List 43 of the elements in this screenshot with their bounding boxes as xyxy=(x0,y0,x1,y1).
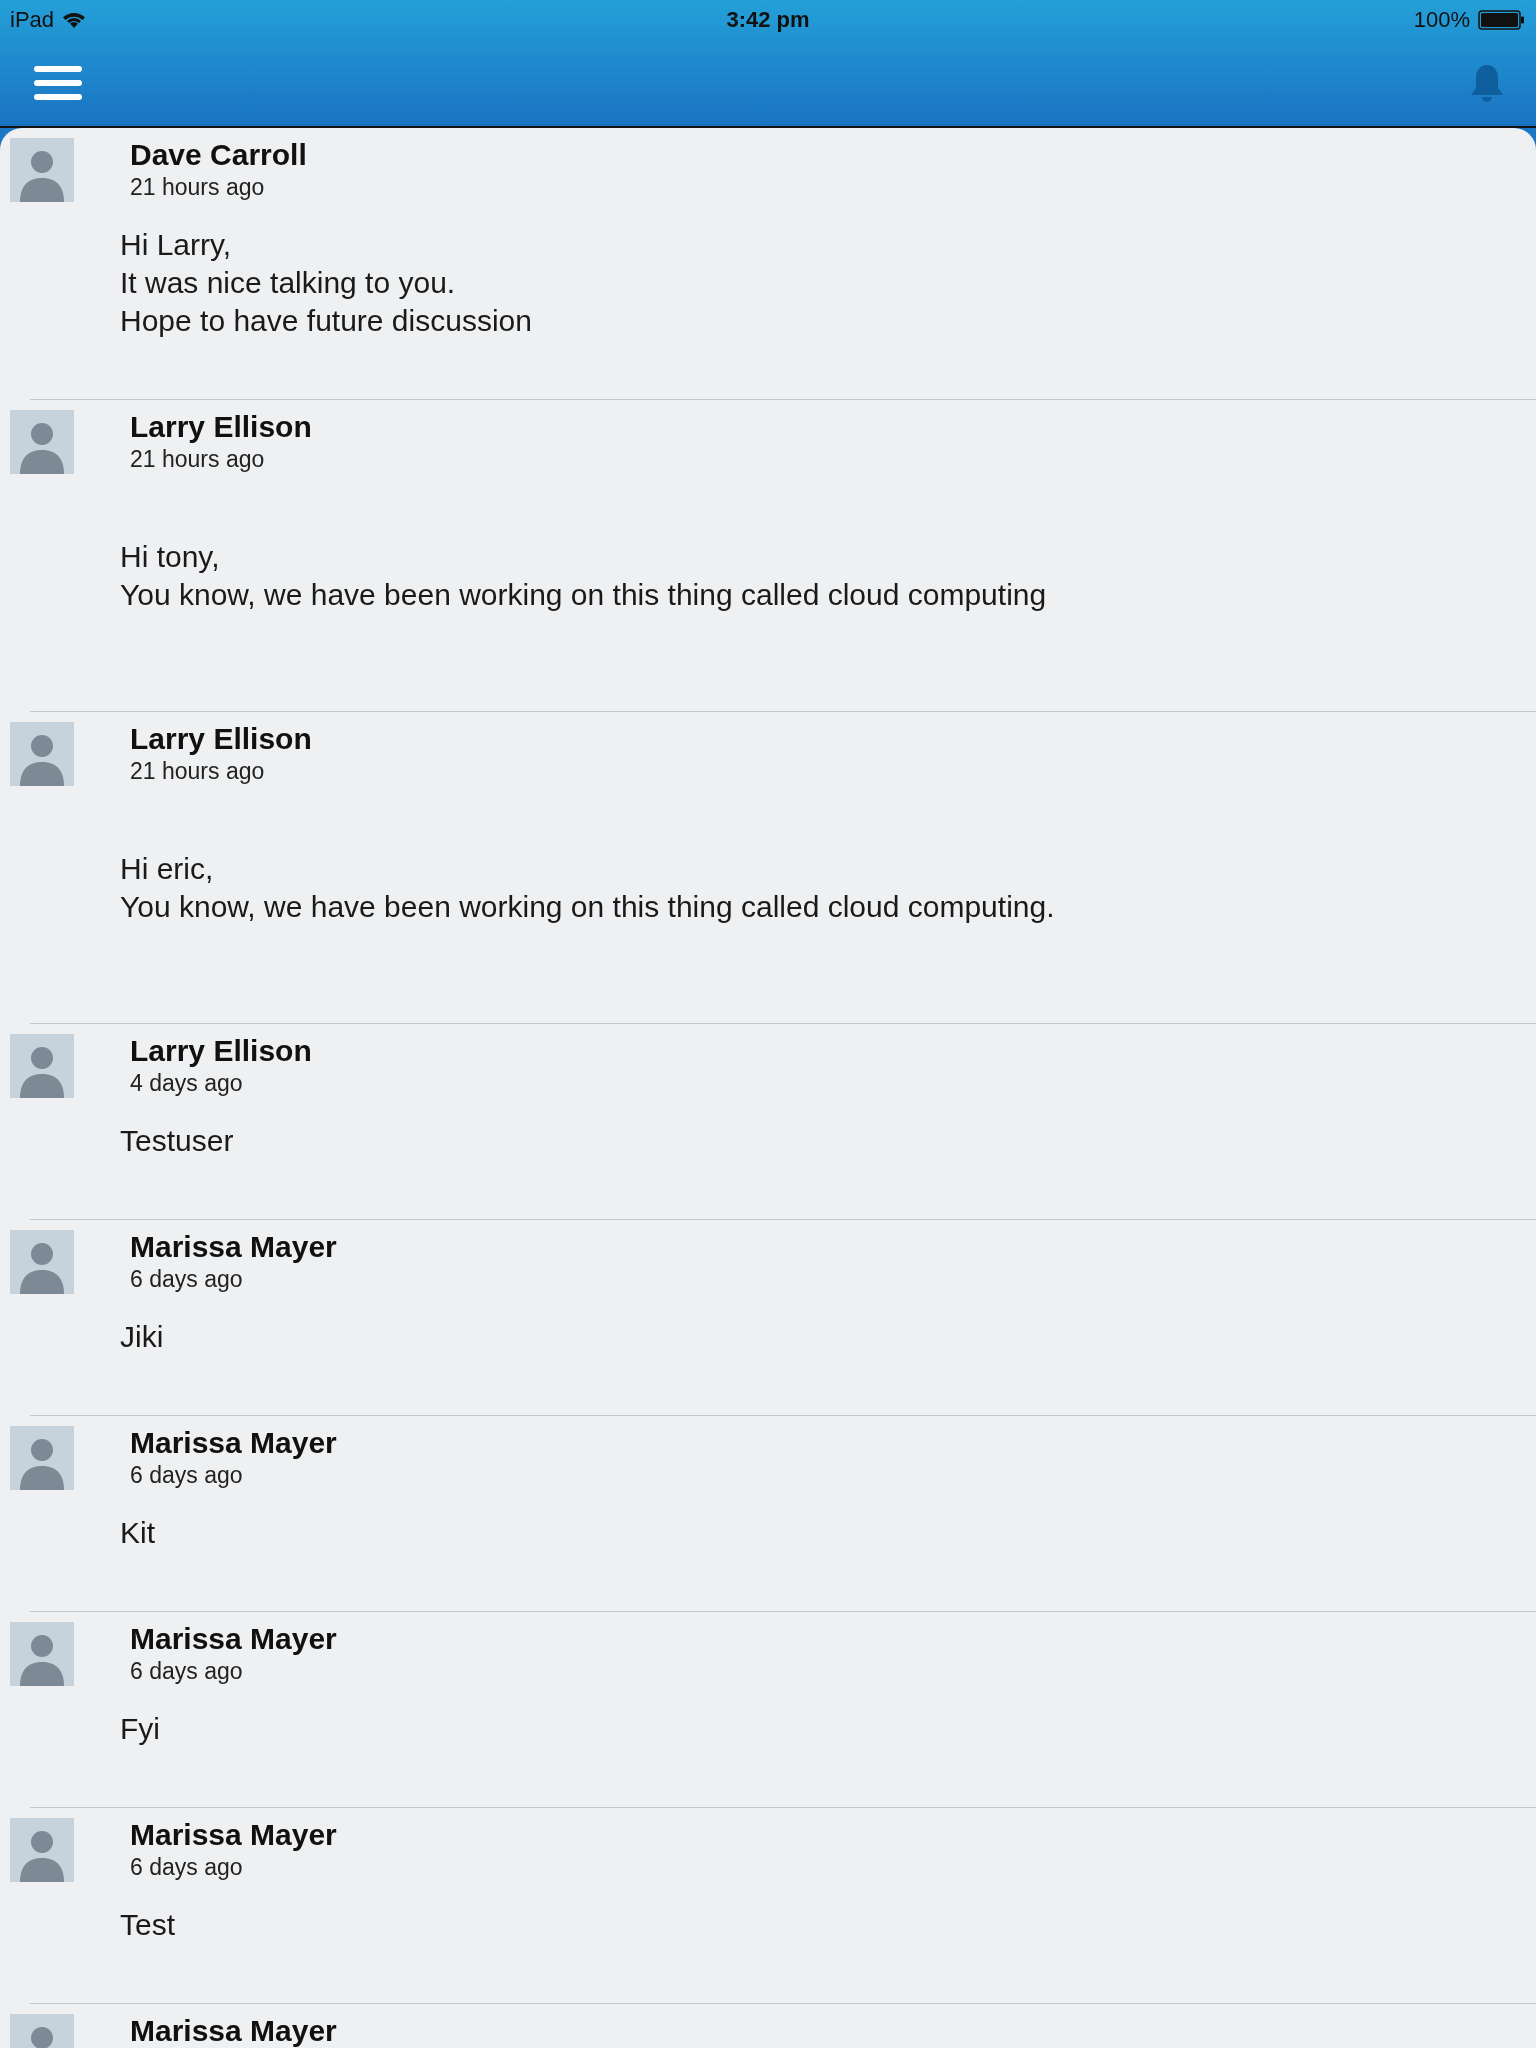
message-time: 6 days ago xyxy=(130,1265,244,1294)
message-text: It was nice talking to you. xyxy=(120,265,457,301)
message-text: Fyi xyxy=(120,1711,161,1747)
avatar xyxy=(10,1230,74,1294)
message-time: 4 days ago xyxy=(130,1069,244,1098)
author-name: Larry Ellison xyxy=(130,722,312,756)
avatar xyxy=(10,1622,74,1686)
message-text: Hi eric, xyxy=(120,851,215,887)
message-time: 21 hours ago xyxy=(130,173,266,202)
wifi-icon xyxy=(62,11,87,29)
message-text: You know, we have been working on this thing called cloud computing. xyxy=(120,889,1056,925)
avatar xyxy=(10,1426,74,1490)
message-text: Hi tony, xyxy=(120,539,221,575)
avatar xyxy=(10,722,74,786)
message-text: Jiki xyxy=(120,1319,165,1355)
message-time: 21 hours ago xyxy=(130,757,266,786)
avatar xyxy=(10,1818,74,1882)
author-name: Marissa Mayer xyxy=(130,1622,337,1656)
message-time: 6 days ago xyxy=(130,1657,244,1686)
message-text: Test xyxy=(120,1907,177,1943)
message-time: 21 hours ago xyxy=(130,445,266,474)
author-name: Marissa Mayer xyxy=(130,2014,337,2048)
message-time: 6 days ago xyxy=(130,1853,244,1882)
device-name: iPad xyxy=(10,7,55,33)
author-name: Dave Carroll xyxy=(130,138,307,172)
message-text: Hope to have future discussion xyxy=(120,303,533,339)
author-name: Marissa Mayer xyxy=(130,1230,337,1264)
avatar xyxy=(10,1034,74,1098)
message-text: Hi Larry, xyxy=(120,227,233,263)
battery-percent: 100% xyxy=(1413,7,1470,33)
message-text: Kit xyxy=(120,1515,156,1551)
message-text: You know, we have been working on this thing called cloud computing xyxy=(120,577,1048,613)
author-name: Marissa Mayer xyxy=(130,1818,337,1852)
status-time: 3:42 pm xyxy=(726,7,810,33)
author-name: Larry Ellison xyxy=(130,410,312,444)
author-name: Larry Ellison xyxy=(130,1034,312,1068)
menu-icon[interactable] xyxy=(33,64,83,102)
message-time: 6 days ago xyxy=(130,1461,244,1490)
battery-icon xyxy=(1478,10,1526,30)
message-text: Testuser xyxy=(120,1123,235,1159)
avatar xyxy=(10,410,74,474)
avatar xyxy=(10,138,74,202)
author-name: Marissa Mayer xyxy=(130,1426,337,1460)
